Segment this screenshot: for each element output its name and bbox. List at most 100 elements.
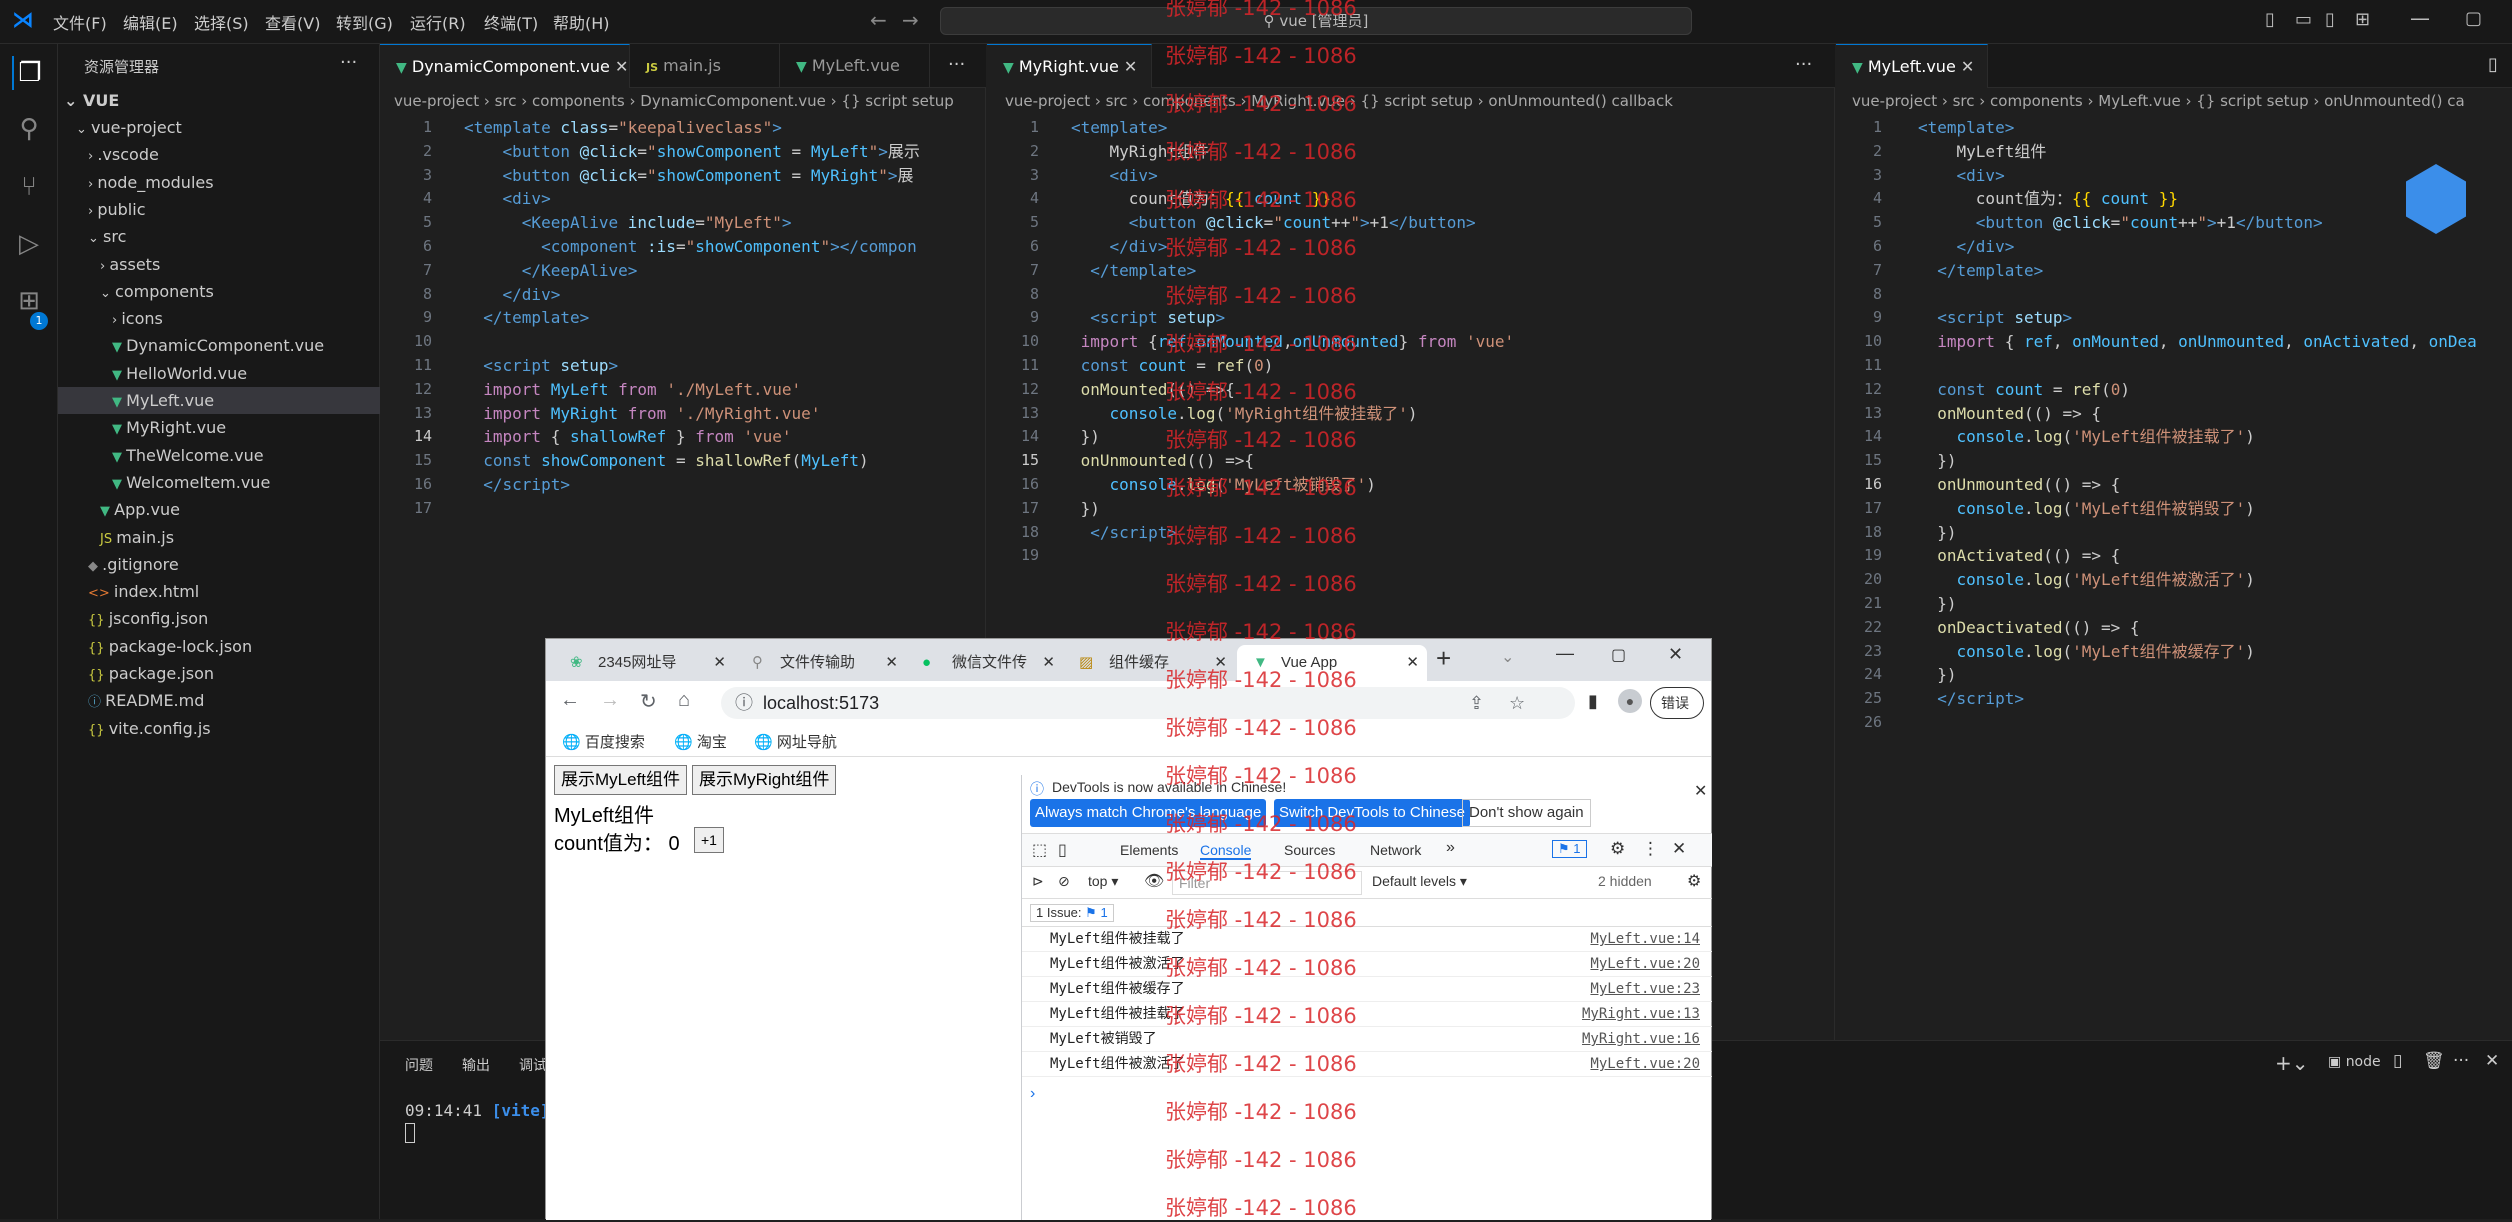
- minimize-icon[interactable]: —: [1556, 643, 1574, 664]
- issues-summary[interactable]: 1 Issue: ⚑ 1: [1030, 904, 1114, 922]
- search-icon[interactable]: ⚲: [12, 112, 46, 146]
- tree-item[interactable]: {} vite.config.js: [58, 715, 380, 742]
- close-panel-icon[interactable]: ✕: [2485, 1051, 2499, 1071]
- show-myleft-button[interactable]: 展示MyLeft组件: [554, 765, 688, 795]
- log-source-link[interactable]: MyLeft.vue:20: [1590, 1052, 1700, 1077]
- browser-tab-wechat[interactable]: 微信文件传 ✕ ●: [908, 645, 1063, 681]
- increment-button[interactable]: +1: [694, 827, 724, 853]
- dont-show-button[interactable]: Don't show again: [1462, 799, 1591, 827]
- forward-icon[interactable]: →: [600, 689, 620, 712]
- more-actions-icon[interactable]: ···: [1795, 54, 1812, 75]
- tree-item[interactable]: {} jsconfig.json: [58, 605, 380, 632]
- tree-item[interactable]: › node_modules: [58, 169, 380, 196]
- reload-icon[interactable]: ↻: [640, 689, 657, 714]
- menu-help[interactable]: 帮助(H): [553, 10, 610, 34]
- explorer-icon[interactable]: ❐: [12, 56, 46, 90]
- tree-item[interactable]: ▼ WelcomeItem.vue: [58, 469, 380, 496]
- breadcrumb-1[interactable]: vue-project › src › components › Dynamic…: [394, 92, 954, 110]
- tree-item[interactable]: ⌄ src: [58, 223, 380, 250]
- tree-item[interactable]: JS main.js: [58, 524, 380, 551]
- menu-selection[interactable]: 选择(S): [194, 10, 249, 34]
- tree-item[interactable]: ▼ MyRight.vue: [58, 414, 380, 441]
- log-source-link[interactable]: MyRight.vue:13: [1582, 1002, 1700, 1027]
- tree-item[interactable]: › icons: [58, 305, 380, 332]
- tree-item[interactable]: ⌄ vue-project: [58, 114, 380, 141]
- bookmark-star-icon[interactable]: ☆: [1509, 687, 1525, 719]
- terminal-cursor[interactable]: [405, 1123, 415, 1143]
- close-notice-icon[interactable]: ✕: [1694, 781, 1707, 801]
- console-settings-icon[interactable]: ⚙: [1687, 871, 1701, 891]
- maximize-icon[interactable]: ▢: [1611, 645, 1626, 665]
- back-arrow-icon[interactable]: ←: [870, 8, 887, 32]
- menu-view[interactable]: 查看(V): [265, 10, 320, 34]
- log-source-link[interactable]: MyRight.vue:16: [1582, 1027, 1700, 1052]
- bookmark-nav[interactable]: 🌐 网址导航: [754, 731, 837, 752]
- panel-tab-debug[interactable]: 调试: [519, 1055, 547, 1075]
- sidebar-toggle-icon[interactable]: ⊳: [1032, 873, 1044, 890]
- workspace-root[interactable]: ⌄ VUE: [58, 87, 380, 114]
- split-editor-icon[interactable]: ▯: [2488, 54, 2498, 75]
- panel-tab-problems[interactable]: 问题: [405, 1055, 433, 1075]
- menu-run[interactable]: 运行(R): [410, 10, 466, 34]
- run-debug-icon[interactable]: ▷: [12, 227, 46, 261]
- menu-file[interactable]: 文件(F): [53, 10, 107, 34]
- customize-layout-icon[interactable]: ⊞: [2355, 9, 2370, 30]
- menu-goto[interactable]: 转到(G): [336, 10, 393, 34]
- console-prompt-icon[interactable]: ›: [1030, 1085, 1035, 1103]
- tab-network[interactable]: Network: [1370, 842, 1421, 858]
- tab-dynamic-component[interactable]: ▼ DynamicComponent.vue ✕: [380, 44, 630, 88]
- issues-bar[interactable]: 1 Issue: ⚑ 1: [1022, 899, 1712, 927]
- terminal-name[interactable]: ▣ node: [2328, 1054, 2381, 1070]
- show-myright-button[interactable]: 展示MyRight组件: [692, 765, 837, 795]
- issues-badge[interactable]: ⚑ 1: [1552, 840, 1587, 858]
- tab-main-js[interactable]: JS main.js: [630, 44, 780, 88]
- error-button[interactable]: 错误⋮: [1650, 687, 1704, 741]
- home-icon[interactable]: ⌂: [678, 689, 690, 712]
- split-terminal-icon[interactable]: ▯: [2393, 1051, 2402, 1071]
- layout-panel-icon[interactable]: ▭: [2295, 9, 2312, 30]
- browser-tab-2345[interactable]: 2345网址导 ✕ ❀: [554, 645, 734, 681]
- levels-select[interactable]: Default levels ▾: [1372, 873, 1467, 890]
- more-actions-icon[interactable]: ···: [948, 54, 965, 75]
- layout-sidebar-icon[interactable]: ▯: [2265, 9, 2275, 30]
- tree-item[interactable]: › assets: [58, 251, 380, 278]
- tree-item[interactable]: ⓘ README.md: [58, 687, 380, 714]
- tree-item[interactable]: ▼ TheWelcome.vue: [58, 442, 380, 469]
- side-panel-icon[interactable]: ▮: [1588, 691, 1598, 712]
- tree-item[interactable]: ▼ App.vue: [58, 496, 380, 523]
- profile-avatar[interactable]: ●: [1618, 689, 1642, 713]
- menu-edit[interactable]: 编辑(E): [123, 10, 178, 34]
- tree-item[interactable]: › .vscode: [58, 141, 380, 168]
- breadcrumb-3[interactable]: vue-project › src › components › MyLeft.…: [1852, 92, 2465, 110]
- context-select[interactable]: top ▾: [1088, 873, 1118, 890]
- bookmark-taobao[interactable]: 🌐 淘宝: [674, 731, 727, 752]
- share-icon[interactable]: ⇪: [1469, 687, 1484, 719]
- tree-item[interactable]: ▼ DynamicComponent.vue: [58, 332, 380, 359]
- more-tabs-icon[interactable]: »: [1446, 839, 1455, 857]
- minimize-icon[interactable]: —: [2410, 6, 2430, 30]
- eye-icon[interactable]: 👁: [1144, 871, 1164, 891]
- more-options-icon[interactable]: ⋮: [1642, 839, 1659, 859]
- new-terminal-icon[interactable]: +⌄: [2275, 1051, 2309, 1075]
- clear-console-icon[interactable]: ⊘: [1058, 873, 1070, 890]
- tree-item[interactable]: › public: [58, 196, 380, 223]
- tab-search-icon[interactable]: ⌄: [1501, 647, 1514, 667]
- source-control-icon[interactable]: ⑂: [12, 170, 46, 204]
- device-toggle-icon[interactable]: ▯: [1058, 840, 1067, 860]
- restore-icon[interactable]: ▢: [2465, 8, 2482, 29]
- settings-gear-icon[interactable]: ⚙: [1610, 839, 1625, 859]
- tab-myright[interactable]: ▼ MyRight.vue ✕: [987, 44, 1152, 88]
- back-icon[interactable]: ←: [560, 689, 580, 712]
- tab-myleft[interactable]: ▼ MyLeft.vue: [780, 44, 930, 88]
- panel-tab-output[interactable]: 输出: [462, 1055, 490, 1075]
- kill-terminal-icon[interactable]: 🗑: [2423, 1051, 2445, 1071]
- tree-item[interactable]: <> index.html: [58, 578, 380, 605]
- inspect-icon[interactable]: ⬚: [1032, 840, 1047, 860]
- code-dynamic-component[interactable]: <template class="keepaliveclass"> <butto…: [464, 116, 979, 497]
- tree-item[interactable]: {} package.json: [58, 660, 380, 687]
- close-icon[interactable]: ✕: [1668, 644, 1683, 665]
- tree-item[interactable]: {} package-lock.json: [58, 633, 380, 660]
- tree-item[interactable]: ▼ HelloWorld.vue: [58, 360, 380, 387]
- tree-item[interactable]: ⌄ components: [58, 278, 380, 305]
- tree-item[interactable]: ▼ MyLeft.vue: [58, 387, 380, 414]
